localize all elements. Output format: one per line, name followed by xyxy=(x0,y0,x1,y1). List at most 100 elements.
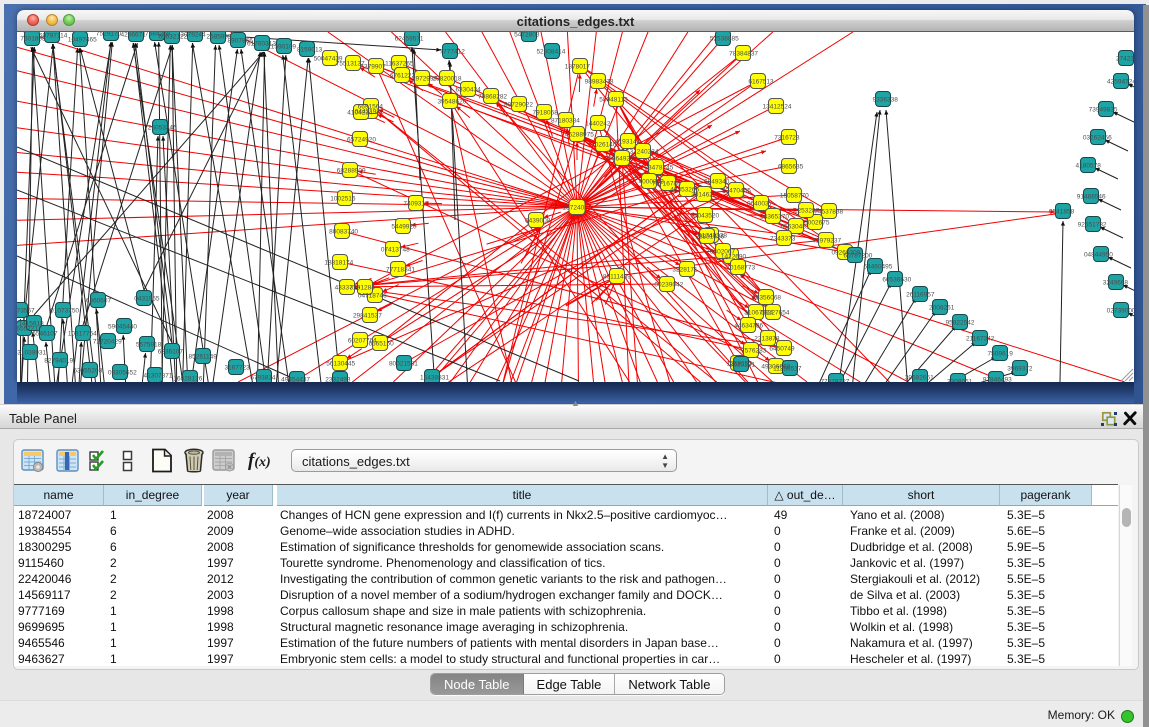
svg-text:41307871: 41307871 xyxy=(144,372,173,379)
svg-text:04718746: 04718746 xyxy=(358,292,387,299)
svg-text:26053346: 26053346 xyxy=(148,124,177,131)
svg-text:07413748: 07413748 xyxy=(381,246,410,253)
svg-text:58948113: 58948113 xyxy=(599,96,628,103)
svg-text:87180334: 87180334 xyxy=(551,117,580,124)
svg-text:10497465: 10497465 xyxy=(68,36,97,43)
svg-text:59045440: 59045440 xyxy=(108,323,137,330)
svg-text:79868282: 79868282 xyxy=(478,93,507,100)
svg-text:85261149: 85261149 xyxy=(188,353,217,360)
svg-text:7343373: 7343373 xyxy=(770,235,796,242)
svg-text:31039931: 31039931 xyxy=(17,349,46,356)
svg-text:18818174: 18818174 xyxy=(324,259,353,266)
svg-text:5449920: 5449920 xyxy=(391,223,417,230)
svg-text:7529170: 7529170 xyxy=(96,32,122,37)
svg-text:82794019: 82794019 xyxy=(44,357,73,364)
svg-text:2742315: 2742315 xyxy=(1116,55,1134,62)
svg-text:85356068: 85356068 xyxy=(752,294,781,301)
svg-text:7509619: 7509619 xyxy=(988,350,1014,357)
svg-text:10317764: 10317764 xyxy=(68,330,97,337)
svg-text:59797114: 59797114 xyxy=(39,32,68,39)
svg-text:4193141: 4193141 xyxy=(615,138,641,145)
svg-text:6793814: 6793814 xyxy=(250,374,276,381)
svg-text:80083740: 80083740 xyxy=(329,228,358,235)
svg-text:46288975: 46288975 xyxy=(565,131,594,138)
svg-text:52538885: 52538885 xyxy=(710,35,739,42)
svg-text:00239042: 00239042 xyxy=(654,281,683,288)
svg-text:7576283: 7576283 xyxy=(741,347,767,354)
svg-text:22470455: 22470455 xyxy=(722,187,751,194)
svg-text:6236107: 6236107 xyxy=(158,348,184,355)
svg-text:5873557: 5873557 xyxy=(17,307,35,314)
svg-text:21590109: 21590109 xyxy=(267,43,296,50)
svg-text:53055203: 53055203 xyxy=(73,367,102,374)
svg-text:73949835: 73949835 xyxy=(1089,106,1118,113)
svg-text:5379907: 5379907 xyxy=(360,63,386,70)
svg-text:1440242: 1440242 xyxy=(585,120,611,127)
svg-text:08227654: 08227654 xyxy=(761,309,790,316)
svg-text:21167342: 21167342 xyxy=(966,335,995,342)
svg-text:6167513: 6167513 xyxy=(748,78,774,85)
svg-text:7918058: 7918058 xyxy=(533,109,559,116)
svg-text:11256517: 11256517 xyxy=(773,365,802,372)
svg-text:76402067: 76402067 xyxy=(706,248,735,255)
svg-text:68288909: 68288909 xyxy=(337,167,366,174)
svg-text:15058770: 15058770 xyxy=(780,192,809,199)
svg-text:52808414: 52808414 xyxy=(536,48,565,55)
svg-text:05864920: 05864920 xyxy=(605,155,634,162)
svg-text:3167723: 3167723 xyxy=(224,364,250,371)
svg-text:7409319: 7409319 xyxy=(403,200,429,207)
svg-text:7316723: 7316723 xyxy=(774,134,800,141)
svg-text:29841537: 29841537 xyxy=(353,312,382,319)
svg-text:95822542: 95822542 xyxy=(946,319,975,326)
svg-text:0431955: 0431955 xyxy=(134,295,160,302)
svg-text:18724007: 18724007 xyxy=(563,205,592,212)
svg-text:77718341: 77718341 xyxy=(386,266,415,273)
svg-text:28831436: 28831436 xyxy=(695,233,724,240)
svg-text:13412524: 13412524 xyxy=(763,103,792,110)
svg-text:4180578: 4180578 xyxy=(1076,162,1102,169)
svg-text:6865635: 6865635 xyxy=(778,163,804,170)
svg-text:62459571: 62459571 xyxy=(395,35,424,42)
svg-text:86111489: 86111489 xyxy=(603,273,631,280)
svg-text:6546107: 6546107 xyxy=(32,330,58,337)
svg-text:72720429: 72720429 xyxy=(93,338,122,345)
svg-text:92551732: 92551732 xyxy=(1078,221,1107,228)
svg-text:16828126: 16828126 xyxy=(173,375,202,382)
svg-text:6565150: 6565150 xyxy=(368,340,394,347)
svg-text:8620191: 8620191 xyxy=(730,361,756,368)
svg-text:53043520: 53043520 xyxy=(690,212,719,219)
svg-text:1253287: 1253287 xyxy=(794,207,820,214)
svg-text:42594724: 42594724 xyxy=(1107,78,1134,85)
svg-text:9336338: 9336338 xyxy=(873,96,899,103)
svg-text:1878017: 1878017 xyxy=(565,63,591,70)
svg-text:44634786: 44634786 xyxy=(734,322,763,329)
svg-text:3249668: 3249668 xyxy=(1103,279,1129,286)
svg-text:6439008: 6439008 xyxy=(525,217,551,224)
svg-text:4104234: 4104234 xyxy=(347,109,373,116)
svg-text:3969372: 3969372 xyxy=(1007,365,1033,372)
svg-text:83478245: 83478245 xyxy=(644,164,673,171)
svg-text:31240234: 31240234 xyxy=(630,148,659,155)
svg-text:2213878: 2213878 xyxy=(754,335,780,342)
svg-text:98983478: 98983478 xyxy=(585,78,614,85)
svg-text:6849340: 6849340 xyxy=(704,178,730,185)
svg-text:65787200: 65787200 xyxy=(843,252,872,259)
svg-text:9541858: 9541858 xyxy=(1049,208,1075,215)
svg-text:70168773: 70168773 xyxy=(726,264,755,271)
svg-text:65724920: 65724920 xyxy=(347,136,376,143)
svg-text:0640037: 0640037 xyxy=(747,200,773,207)
svg-text:11637265: 11637265 xyxy=(385,60,414,67)
svg-text:1002516: 1002516 xyxy=(330,195,356,202)
svg-text:91486546: 91486546 xyxy=(1077,193,1106,200)
svg-text:56130445: 56130445 xyxy=(326,360,355,367)
svg-text:6450749: 6450749 xyxy=(769,345,795,352)
svg-text:3079244: 3079244 xyxy=(180,32,206,38)
svg-text:28820018: 28820018 xyxy=(433,75,462,82)
svg-text:39548620: 39548620 xyxy=(437,98,466,105)
svg-text:26116957: 26116957 xyxy=(906,291,935,298)
svg-text:64460495: 64460495 xyxy=(863,263,892,270)
svg-text:01073750: 01073750 xyxy=(50,307,79,314)
svg-text:04844950: 04844950 xyxy=(1084,251,1113,258)
svg-text:80021581: 80021581 xyxy=(389,360,418,367)
svg-text:5472803: 5472803 xyxy=(514,32,540,38)
